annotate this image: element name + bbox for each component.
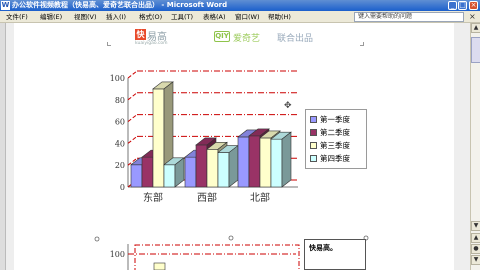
bar: [152, 88, 165, 188]
legend-swatch: [310, 116, 317, 123]
move-cursor-icon: ✥: [284, 101, 292, 111]
y-tick-label: 20: [115, 161, 125, 170]
legend-swatch: [310, 142, 317, 149]
chart-canvas[interactable]: 0 20 40 60 80 100 东部 西部 北部 100: [0, 0, 470, 270]
text-box-label: 快易高。: [309, 244, 337, 252]
legend-label: 第二季度: [320, 128, 350, 137]
scroll-down-button[interactable]: ▼: [471, 221, 480, 231]
text-box[interactable]: 快易高。: [304, 239, 366, 270]
select-browse-object-button[interactable]: ●: [471, 244, 480, 254]
legend-label: 第一季度: [320, 115, 350, 124]
gridline-side: [127, 114, 138, 122]
bar: [206, 148, 219, 188]
bar: [270, 138, 283, 188]
bar: [195, 144, 208, 188]
bar: [217, 152, 230, 188]
y-tick-label: 0: [120, 183, 125, 192]
bar: [153, 262, 166, 270]
x-category-label: 东部: [143, 191, 163, 204]
next-page-button[interactable]: ▼: [471, 255, 480, 265]
x-category-label: 北部: [250, 191, 270, 204]
gridline-side: [127, 92, 138, 101]
legend-label: 第四季度: [320, 154, 350, 163]
bar: [259, 137, 272, 188]
y-tick-label: 100: [110, 74, 125, 83]
legend-swatch: [310, 129, 317, 136]
bar: [141, 156, 154, 188]
bar: [248, 135, 261, 188]
y-tick-label: 40: [115, 139, 125, 148]
scroll-thumb[interactable]: [471, 37, 480, 63]
bar: [237, 136, 250, 188]
legend-label: 第三季度: [320, 141, 350, 150]
scroll-up-button[interactable]: ▲: [471, 23, 480, 33]
legend-swatch: [310, 155, 317, 162]
close-button[interactable]: ×: [469, 1, 478, 10]
y-tick-label: 60: [115, 118, 125, 127]
gridline-side: [127, 70, 138, 79]
selection-handle: [94, 236, 100, 242]
selection-handle: [228, 235, 234, 241]
bar-side: [228, 144, 239, 188]
bar: [130, 164, 143, 188]
chart-legend[interactable]: 第一季度 第二季度 第三季度 第四季度: [305, 109, 367, 169]
close-document-icon[interactable]: ×: [469, 12, 476, 22]
gridline-side: [127, 136, 138, 144]
bar: [184, 156, 197, 188]
bar-side: [281, 131, 292, 188]
y-tick-label: 100: [110, 250, 125, 259]
previous-page-button[interactable]: ▲: [471, 233, 480, 243]
y-tick-label: 80: [115, 96, 125, 105]
bar: [163, 164, 176, 188]
vertical-scrollbar[interactable]: ▲ ▼ ▲ ● ▼: [470, 23, 480, 270]
x-category-label: 西部: [197, 191, 217, 204]
